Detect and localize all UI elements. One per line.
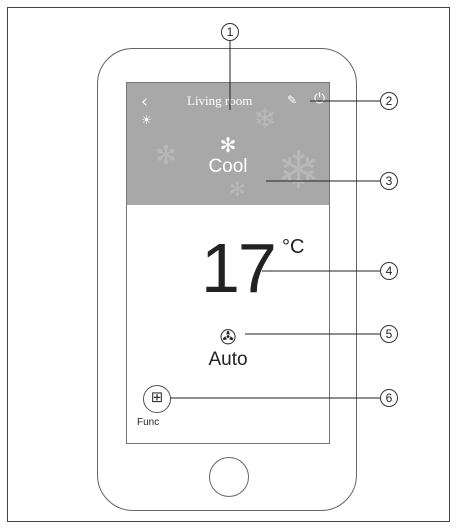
callout-5: 5 [380, 325, 398, 343]
callout-2: 2 [380, 92, 398, 110]
callout-1: 1 [221, 23, 239, 41]
callout-3: 3 [380, 172, 398, 190]
callout-4: 4 [380, 262, 398, 280]
callout-6: 6 [380, 389, 398, 407]
